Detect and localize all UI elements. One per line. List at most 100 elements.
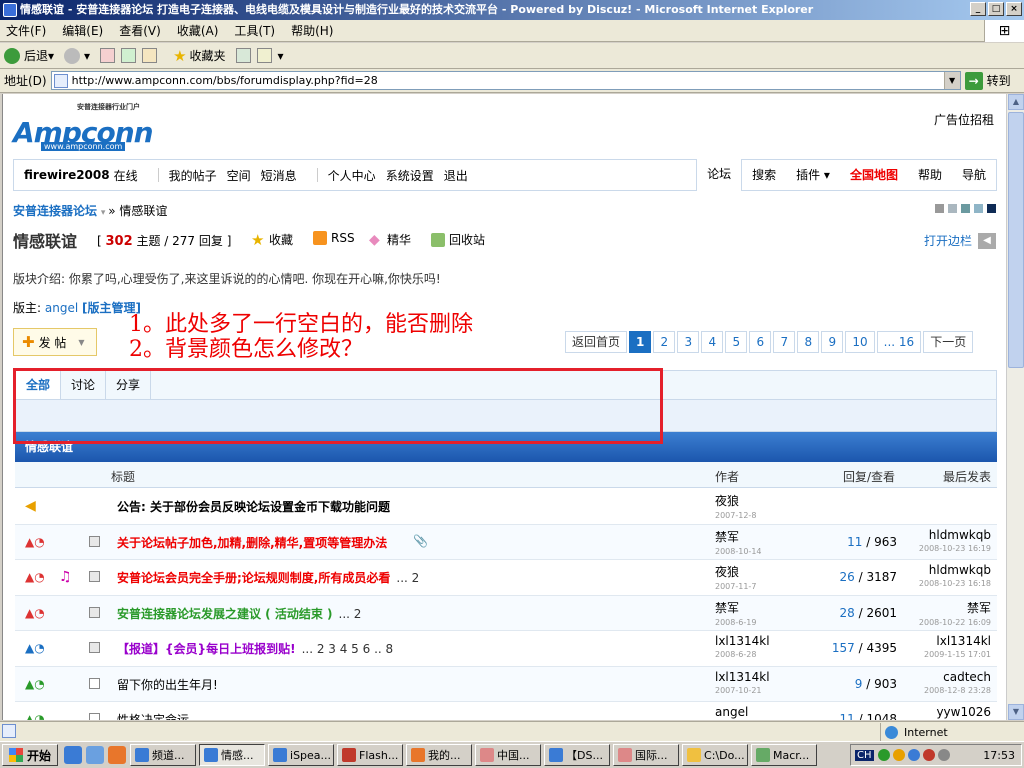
thread-author[interactable]: angel <box>715 705 748 719</box>
thread-title[interactable]: 公告: 关于部份会员反映论坛设置金币下载功能问题 <box>117 498 390 515</box>
sidebar-toggle[interactable]: 打开边栏 ◀ <box>924 232 996 249</box>
task-button[interactable]: 情感... <box>199 744 266 766</box>
task-button[interactable]: Macr... <box>751 744 818 766</box>
go-button[interactable]: → 转到 <box>964 71 1011 90</box>
pager-page[interactable]: 3 <box>677 331 700 353</box>
last-post[interactable]: cadtech 2008-12-8 23:28 <box>924 670 991 695</box>
thread-checkbox[interactable] <box>89 713 100 720</box>
tray-icon[interactable] <box>937 749 950 761</box>
nav-guide[interactable]: 导航 <box>952 160 996 190</box>
thread-title[interactable]: 留下你的出生年月! <box>117 676 218 693</box>
breadcrumb-home[interactable]: 安普连接器论坛 <box>13 204 97 218</box>
scroll-thumb[interactable] <box>1008 112 1024 368</box>
swatch[interactable] <box>948 204 957 213</box>
thread-author[interactable]: 夜狼 2007-11-7 <box>715 563 756 591</box>
swatch[interactable] <box>935 204 944 213</box>
tray-icon[interactable] <box>892 749 905 761</box>
thread-author[interactable]: 禁军 2008-6-19 <box>715 599 756 627</box>
menu-tools[interactable]: 工具(T) <box>234 22 275 39</box>
thread-checkbox[interactable] <box>89 606 100 618</box>
new-post-button[interactable]: ✚ 发 帖 ▼ <box>13 328 97 356</box>
nav-search[interactable]: 搜索 <box>742 160 786 190</box>
task-button[interactable]: 中国... <box>475 744 542 766</box>
pager-page[interactable]: 6 <box>749 331 772 353</box>
nav-help[interactable]: 帮助 <box>908 160 952 190</box>
thread-checkbox[interactable] <box>89 677 100 689</box>
last-post[interactable]: hldmwkqb 2008-10-23 16:18 <box>919 563 991 588</box>
swatch[interactable] <box>987 204 996 213</box>
nav-settings[interactable]: 系统设置 <box>386 167 434 184</box>
home-icon[interactable] <box>142 48 158 63</box>
nav-my-posts[interactable]: 我的帖子 <box>169 167 217 184</box>
pager-page[interactable]: 7 <box>773 331 796 353</box>
thread-title[interactable]: 性格决定命运 <box>117 711 189 720</box>
menu-favorites[interactable]: 收藏(A) <box>177 22 219 39</box>
thread-title[interactable]: 关于论坛帖子加色,加精,删除,精华,置项等管理办法 <box>117 534 387 551</box>
nav-plugins[interactable]: 插件 ▾ <box>786 160 840 190</box>
pager-prev[interactable]: 返回首页 <box>565 331 628 353</box>
quicklaunch-ie-icon[interactable] <box>64 746 83 764</box>
scroll-down-icon[interactable]: ▼ <box>1008 704 1024 720</box>
swatch[interactable] <box>974 204 983 213</box>
last-post[interactable]: yyw1026 <box>936 705 991 719</box>
thread-author[interactable]: 禁军 2008-10-14 <box>715 528 762 556</box>
thread-title[interactable]: 安普连接器论坛发展之建议 ( 活动结束 )... 2 <box>117 605 361 622</box>
history-icon[interactable] <box>235 48 251 63</box>
mail-icon[interactable] <box>256 48 272 63</box>
task-button[interactable]: 国际... <box>613 744 680 766</box>
task-button[interactable]: 我的... <box>406 744 473 766</box>
username[interactable]: firewire2008 <box>24 168 110 182</box>
quicklaunch-desktop-icon[interactable] <box>86 746 105 764</box>
recycle-link[interactable]: 回收站 <box>431 231 485 248</box>
pager-page[interactable]: 1 <box>629 331 652 353</box>
pager-page[interactable]: 5 <box>725 331 748 353</box>
scroll-up-icon[interactable]: ▲ <box>1008 94 1024 110</box>
pager-page[interactable]: 2 <box>653 331 676 353</box>
menu-view[interactable]: 查看(V) <box>119 22 161 39</box>
moderator-link[interactable]: angel <box>45 301 78 315</box>
thread-checkbox[interactable] <box>89 571 100 582</box>
digest-link[interactable]: ◆ 精华 <box>369 231 411 248</box>
rss-link[interactable]: RSS <box>313 231 355 245</box>
site-logo[interactable]: 安普连接器行业门户 Ampconn www.ampconn.com <box>13 102 163 152</box>
nav-messages[interactable]: 短消息 <box>261 167 297 184</box>
ad-slot[interactable]: 广告位招租 <box>934 111 994 128</box>
pager-page[interactable]: 9 <box>821 331 844 353</box>
start-button[interactable]: 开始 <box>2 744 59 766</box>
task-button[interactable]: 【DS... <box>544 744 611 766</box>
address-dropdown[interactable]: ▼ <box>943 72 960 89</box>
last-post[interactable]: 禁军 2008-10-22 16:09 <box>919 599 991 627</box>
language-indicator[interactable]: CH <box>855 749 874 761</box>
stop-icon[interactable] <box>100 48 116 63</box>
thread-title[interactable]: 安普论坛会员完全手册;论坛规则制度,所有成员必看... 2 <box>117 569 419 586</box>
thread-author[interactable]: 夜狼 2007-12-8 <box>715 492 756 520</box>
back-button[interactable]: 后退 ▾ <box>4 47 54 64</box>
task-button[interactable]: 频道... <box>130 744 197 766</box>
nav-logout[interactable]: 退出 <box>444 167 468 184</box>
task-button[interactable]: iSpea... <box>268 744 335 766</box>
thread-author[interactable]: lxl1314kl 2008-6-28 <box>715 634 770 659</box>
address-input[interactable]: http://www.ampconn.com/bbs/forumdisplay.… <box>50 71 961 90</box>
pager-page[interactable]: 4 <box>701 331 724 353</box>
pager-next[interactable]: 下一页 <box>923 331 974 353</box>
close-button[interactable]: × <box>1006 2 1022 16</box>
thread-title[interactable]: 【报道】{会员}每日上班报到贴!... 2 3 4 5 6 .. 8 <box>117 640 393 657</box>
swatch[interactable] <box>961 204 970 213</box>
tray-icon[interactable] <box>877 749 890 761</box>
vertical-scrollbar[interactable]: ▲ ▼ <box>1006 94 1024 720</box>
minimize-button[interactable]: _ <box>970 2 986 16</box>
refresh-icon[interactable] <box>121 48 137 63</box>
last-post[interactable]: hldmwkqb 2008-10-23 16:19 <box>919 528 991 553</box>
menu-help[interactable]: 帮助(H) <box>291 22 333 39</box>
nav-space[interactable]: 空间 <box>227 167 251 184</box>
tray-icon[interactable] <box>922 749 935 761</box>
maximize-button[interactable]: □ <box>988 2 1004 16</box>
nav-forum[interactable]: 论坛 <box>696 159 743 191</box>
nav-map[interactable]: 全国地图 <box>840 160 908 190</box>
thread-checkbox[interactable] <box>89 535 100 547</box>
favorites-button[interactable]: ★ 收藏夹 <box>173 47 225 65</box>
menu-file[interactable]: 文件(F) <box>6 22 46 39</box>
forward-button[interactable]: ▾ <box>64 47 90 64</box>
task-button[interactable]: C:\Do... <box>682 744 749 766</box>
nav-profile[interactable]: 个人中心 <box>328 167 376 184</box>
